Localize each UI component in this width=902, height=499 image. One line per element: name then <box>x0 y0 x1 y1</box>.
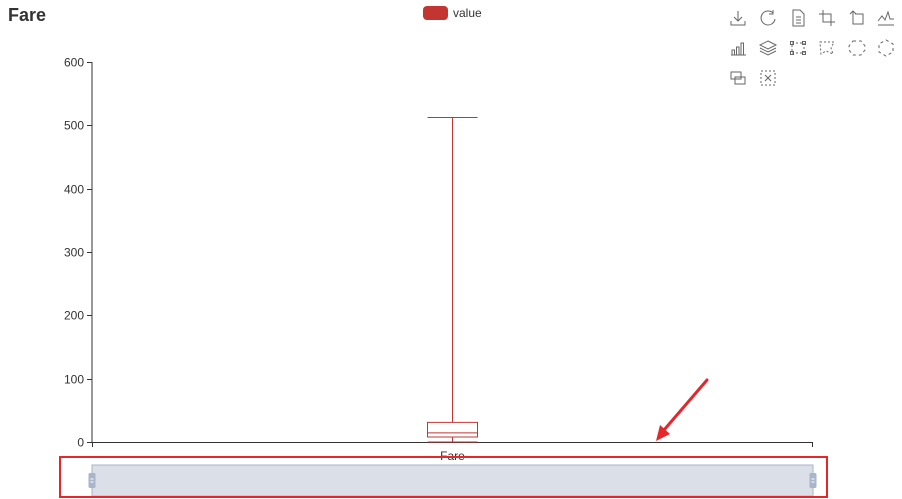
y-tick-label: 600 <box>64 56 84 70</box>
annotation-arrow <box>662 378 709 432</box>
data-zoom-handle-end[interactable] <box>809 473 817 488</box>
data-zoom-selected-range[interactable] <box>91 464 814 497</box>
boxplot-item[interactable] <box>427 117 478 443</box>
chart-canvas: 0100200300400500600Fare <box>59 56 828 498</box>
y-tick-label: 300 <box>64 246 84 260</box>
box-iqr <box>427 421 478 438</box>
y-tick-label: 0 <box>77 436 84 450</box>
y-tick-label: 500 <box>64 119 84 133</box>
data-zoom-handle-start[interactable] <box>88 473 96 488</box>
y-tick-label: 400 <box>64 183 84 197</box>
y-tick-label: 100 <box>64 373 84 387</box>
y-tick-label: 200 <box>64 309 84 323</box>
